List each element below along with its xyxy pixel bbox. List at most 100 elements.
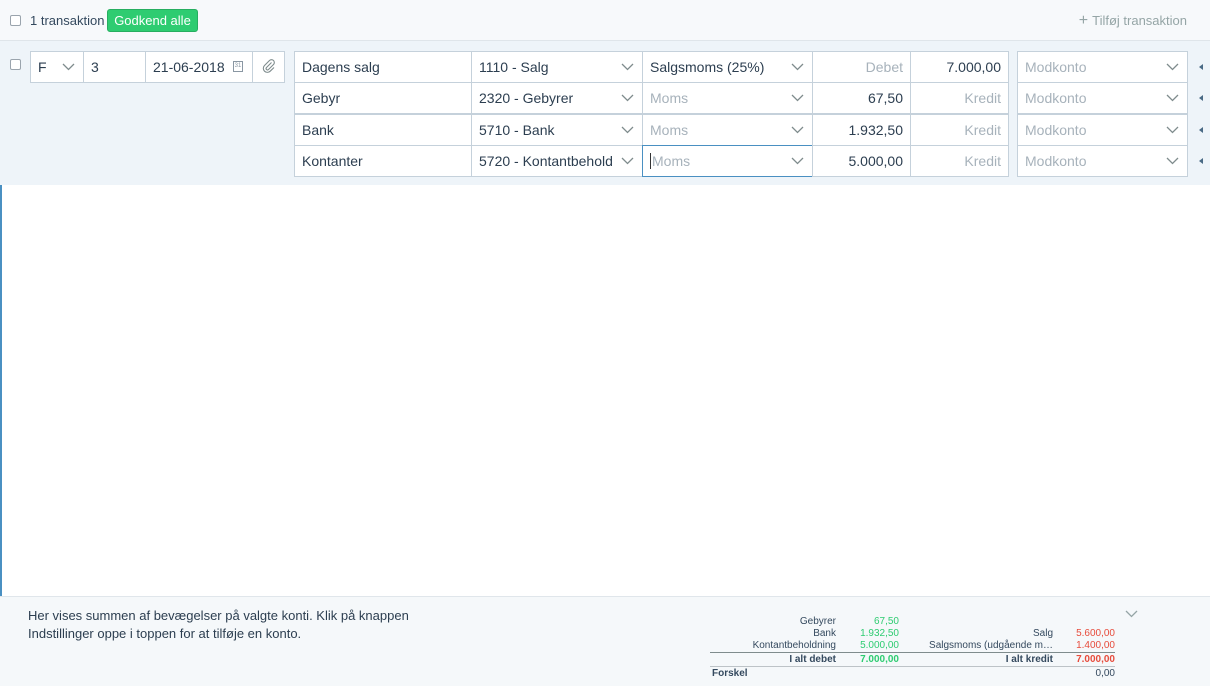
summary-credit-label: Salg bbox=[1032, 628, 1053, 639]
vat-select-focused[interactable]: Moms bbox=[642, 145, 813, 177]
summary-credit-label: Salgsmoms (udgående m… bbox=[929, 640, 1053, 651]
chevron-down-icon bbox=[621, 157, 634, 165]
account-select[interactable]: 5710 - Bank bbox=[471, 114, 643, 146]
vat-select[interactable]: Moms bbox=[642, 114, 813, 146]
total-debit-label: I alt debet bbox=[789, 654, 836, 665]
totals-divider bbox=[710, 652, 1115, 653]
credit-placeholder: Kredit bbox=[964, 90, 1001, 106]
approve-all-button[interactable]: Godkend alle bbox=[107, 9, 198, 32]
date-value: 21-06-2018 bbox=[153, 59, 225, 75]
collapse-chevron-icon[interactable] bbox=[1125, 605, 1138, 623]
text-field[interactable]: Dagens salg bbox=[294, 51, 472, 83]
transaction-type-select[interactable]: F bbox=[30, 51, 84, 83]
contra-account-placeholder: Modkonto bbox=[1025, 153, 1087, 169]
chevron-down-icon bbox=[791, 126, 804, 134]
summary-info-text: Her vises summen af bevægelser på valgte… bbox=[28, 608, 409, 641]
transaction-number-value: 3 bbox=[91, 59, 99, 75]
contra-account-placeholder: Modkonto bbox=[1025, 59, 1087, 75]
contra-account-select[interactable]: Modkonto bbox=[1017, 145, 1188, 177]
add-transaction-label: Tilføj transaktion bbox=[1092, 13, 1187, 28]
account-value: 1110 - Salg bbox=[479, 59, 549, 75]
contra-account-select[interactable]: Modkonto bbox=[1017, 51, 1188, 83]
debit-field[interactable]: 1.932,50 bbox=[812, 114, 911, 146]
debit-placeholder: Debet bbox=[865, 59, 903, 75]
add-transaction-button[interactable]: + Tilføj transaktion bbox=[1078, 12, 1187, 29]
vat-placeholder: Moms bbox=[652, 153, 691, 169]
credit-field[interactable]: 7.000,00 bbox=[910, 51, 1009, 83]
chevron-down-icon bbox=[621, 126, 634, 134]
paperclip-icon bbox=[262, 58, 276, 76]
select-all-checkbox[interactable] bbox=[10, 15, 21, 26]
credit-placeholder: Kredit bbox=[964, 122, 1001, 138]
account-value: 2320 - Gebyrer bbox=[479, 90, 574, 106]
transaction-number-field[interactable]: 3 bbox=[83, 51, 146, 83]
chevron-down-icon bbox=[791, 63, 804, 71]
transaction-toolbar: 1 transaktion Godkend alle + Tilføj trans… bbox=[0, 0, 1210, 41]
account-select[interactable]: 2320 - Gebyrer bbox=[471, 82, 643, 114]
chevron-down-icon bbox=[791, 94, 804, 102]
text-field[interactable]: Bank bbox=[294, 114, 472, 146]
debit-value: 5.000,00 bbox=[848, 153, 904, 169]
vat-select[interactable]: Salgsmoms (25%) bbox=[642, 51, 813, 83]
summary-credit-value: 5.600,00 bbox=[1076, 628, 1115, 639]
account-select[interactable]: 5720 - Kontantbehold bbox=[471, 145, 643, 177]
debit-field[interactable]: 5.000,00 bbox=[812, 145, 911, 177]
credit-value: 7.000,00 bbox=[946, 59, 1002, 75]
chevron-down-icon bbox=[1166, 63, 1179, 71]
difference-value: 0,00 bbox=[1095, 668, 1115, 679]
chevron-down-icon bbox=[1166, 157, 1179, 165]
summary-debit-label: Kontantbeholdning bbox=[752, 640, 836, 651]
date-field[interactable]: 21-06-2018 31 bbox=[145, 51, 253, 83]
credit-field[interactable]: Kredit bbox=[910, 82, 1009, 114]
text-cursor bbox=[650, 153, 651, 169]
calendar-icon[interactable]: 31 bbox=[233, 61, 243, 72]
plus-icon: + bbox=[1078, 12, 1089, 29]
attachment-button[interactable] bbox=[252, 51, 285, 83]
total-credit-label: I alt kredit bbox=[1005, 654, 1053, 665]
transaction-row: F 3 21-06-2018 31 Dagens salg 1110 - Sal… bbox=[0, 41, 1210, 185]
chevron-down-icon bbox=[1166, 94, 1179, 102]
account-value: 5710 - Bank bbox=[479, 122, 555, 138]
vat-select[interactable]: Moms bbox=[642, 82, 813, 114]
row-menu-arrow-icon[interactable] bbox=[1199, 127, 1203, 133]
debit-field[interactable]: 67,50 bbox=[812, 82, 911, 114]
summary-debit-label: Bank bbox=[813, 628, 836, 639]
row-menu-arrow-icon[interactable] bbox=[1199, 158, 1203, 164]
debit-value: 1.932,50 bbox=[848, 122, 904, 138]
total-debit-value: 7.000,00 bbox=[860, 654, 899, 665]
credit-placeholder: Kredit bbox=[964, 153, 1001, 169]
debit-value: 67,50 bbox=[867, 90, 903, 106]
text-value: Gebyr bbox=[302, 90, 341, 106]
total-credit-value: 7.000,00 bbox=[1076, 654, 1115, 665]
contra-account-placeholder: Modkonto bbox=[1025, 122, 1087, 138]
chevron-down-icon bbox=[1166, 126, 1179, 134]
transaction-count: 1 transaktion bbox=[30, 13, 105, 28]
debit-field[interactable]: Debet bbox=[812, 51, 911, 83]
text-field[interactable]: Gebyr bbox=[294, 82, 472, 114]
chevron-down-icon bbox=[621, 63, 634, 71]
credit-field[interactable]: Kredit bbox=[910, 145, 1009, 177]
vat-placeholder: Moms bbox=[650, 122, 689, 138]
summary-debit-value: 67,50 bbox=[873, 616, 899, 627]
text-field[interactable]: Kontanter bbox=[294, 145, 472, 177]
vat-value: Salgsmoms (25%) bbox=[650, 59, 765, 75]
row-menu-arrow-icon[interactable] bbox=[1199, 95, 1203, 101]
transaction-checkbox[interactable] bbox=[10, 59, 21, 70]
summary-debit-value: 5.000,00 bbox=[860, 640, 899, 651]
difference-divider bbox=[710, 666, 1115, 667]
vat-placeholder: Moms bbox=[650, 90, 689, 106]
text-value: Bank bbox=[302, 122, 334, 138]
account-summary-footer: Her vises summen af bevægelser på valgte… bbox=[0, 596, 1210, 686]
difference-label: Forskel bbox=[712, 668, 748, 679]
account-value: 5720 - Kontantbehold bbox=[479, 153, 613, 169]
contra-account-placeholder: Modkonto bbox=[1025, 90, 1087, 106]
chevron-down-icon bbox=[62, 63, 75, 71]
credit-field[interactable]: Kredit bbox=[910, 114, 1009, 146]
summary-debit-label: Gebyrer bbox=[799, 616, 836, 627]
contra-account-select[interactable]: Modkonto bbox=[1017, 114, 1188, 146]
summary-debit-value: 1.932,50 bbox=[860, 628, 899, 639]
contra-account-select[interactable]: Modkonto bbox=[1017, 82, 1188, 114]
account-select[interactable]: 1110 - Salg bbox=[471, 51, 643, 83]
row-menu-arrow-icon[interactable] bbox=[1199, 64, 1203, 70]
chevron-down-icon bbox=[791, 157, 804, 165]
